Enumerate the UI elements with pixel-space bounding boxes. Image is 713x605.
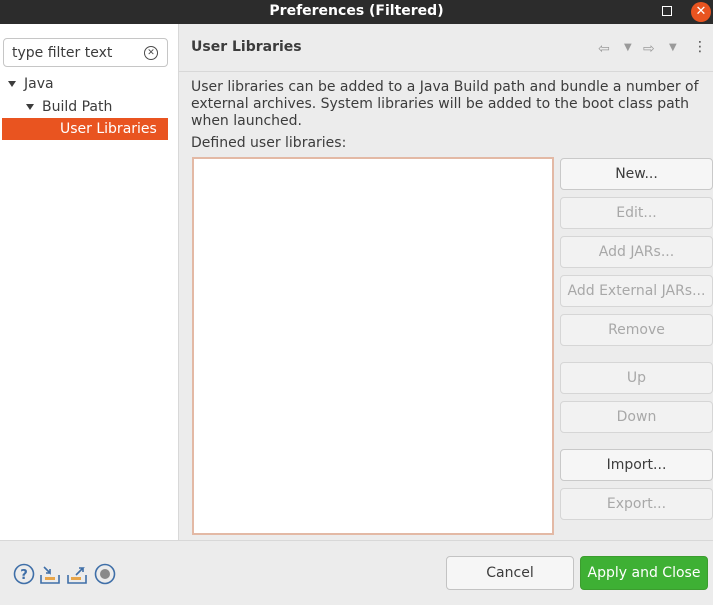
cancel-button[interactable]: Cancel — [446, 556, 574, 590]
filter-field[interactable]: ✕ — [3, 38, 168, 67]
page-description: User libraries can be added to a Java Bu… — [191, 79, 699, 129]
tree-item-build-path[interactable]: Build Path — [24, 96, 174, 118]
back-menu-chevron-icon[interactable]: ▼ — [624, 42, 632, 53]
record-icon[interactable] — [94, 563, 116, 585]
user-libraries-page: User libraries can be added to a Java Bu… — [179, 73, 713, 540]
help-icon[interactable]: ? — [13, 563, 35, 585]
forward-arrow-icon[interactable]: ⇨ — [643, 41, 655, 57]
tree-item-java[interactable]: Java — [6, 73, 176, 95]
back-arrow-icon[interactable]: ⇦ — [598, 41, 610, 57]
filter-input[interactable] — [12, 43, 140, 63]
title-bar: Preferences (Filtered) ✕ — [0, 0, 713, 24]
tree-item-label: Java — [24, 76, 54, 92]
page-header: User Libraries ⇦ ▼ ⇨ ▼ ⋮ — [179, 24, 713, 72]
dialog-footer: ? Cancel Apply and Close — [0, 541, 713, 605]
forward-menu-chevron-icon[interactable]: ▼ — [669, 42, 677, 53]
export-button[interactable]: Export... — [560, 488, 713, 520]
user-libraries-list[interactable] — [192, 157, 554, 535]
maximize-icon[interactable] — [662, 6, 672, 16]
up-button[interactable]: Up — [560, 362, 713, 394]
edit-button[interactable]: Edit... — [560, 197, 713, 229]
expand-arrow-icon[interactable] — [8, 81, 16, 87]
new-button[interactable]: New... — [560, 158, 713, 190]
preferences-tree-pane: ✕ Java Build Path User Libraries — [0, 24, 178, 540]
apply-and-close-button[interactable]: Apply and Close — [580, 556, 708, 590]
list-label: Defined user libraries: — [191, 135, 347, 151]
down-button[interactable]: Down — [560, 401, 713, 433]
page-title: User Libraries — [191, 39, 302, 55]
expand-arrow-icon[interactable] — [26, 104, 34, 110]
add-external-jars-button[interactable]: Add External JARs... — [560, 275, 713, 307]
import-preferences-icon[interactable] — [39, 563, 61, 585]
add-jars-button[interactable]: Add JARs... — [560, 236, 713, 268]
clear-filter-icon[interactable]: ✕ — [144, 46, 158, 60]
tree-item-label: User Libraries — [60, 121, 157, 137]
tree-item-user-libraries[interactable]: User Libraries — [2, 118, 168, 140]
import-button[interactable]: Import... — [560, 449, 713, 481]
close-icon[interactable]: ✕ — [691, 2, 711, 22]
window-title: Preferences (Filtered) — [269, 3, 444, 19]
tree-item-label: Build Path — [42, 99, 113, 115]
remove-button[interactable]: Remove — [560, 314, 713, 346]
svg-text:?: ? — [20, 568, 28, 583]
export-preferences-icon[interactable] — [66, 563, 88, 585]
view-menu-icon[interactable]: ⋮ — [693, 39, 707, 55]
